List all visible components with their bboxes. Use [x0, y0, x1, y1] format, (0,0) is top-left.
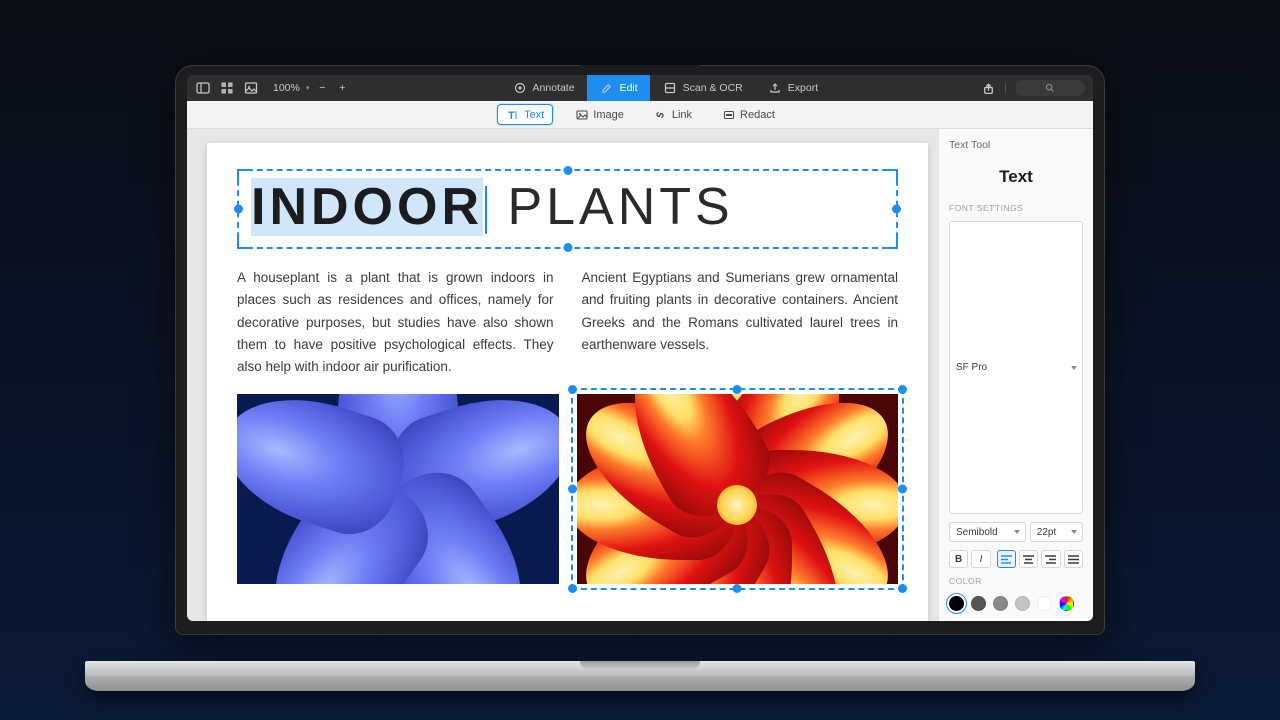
align-left-button[interactable] [997, 550, 1016, 568]
laptop-frame: 100% ▾ − + Annotate Edit [175, 65, 1105, 685]
search-field[interactable] [1015, 80, 1085, 96]
color-swatch-lightgray[interactable] [1015, 596, 1030, 611]
tab-annotate[interactable]: Annotate [500, 75, 587, 101]
color-swatch-gray[interactable] [993, 596, 1008, 611]
align-center-button[interactable] [1019, 550, 1038, 568]
tab-edit[interactable]: Edit [587, 75, 650, 101]
zoom-out-button[interactable]: − [315, 82, 329, 94]
tab-scan-ocr[interactable]: Scan & OCR [650, 75, 755, 101]
image-blue-flower[interactable] [237, 394, 559, 584]
color-swatch-darkgray[interactable] [971, 596, 986, 611]
text-tool-icon: T [506, 108, 519, 121]
align-justify-button[interactable] [1064, 550, 1083, 568]
body-columns: A houseplant is a plant that is grown in… [237, 267, 898, 378]
annotate-icon [512, 80, 528, 96]
tool-link[interactable]: Link [646, 105, 700, 124]
tool-text-label: Text [524, 109, 544, 121]
body-column-2[interactable]: Ancient Egyptians and Sumerians grew orn… [582, 267, 899, 378]
document-heading[interactable]: INDOOR PLANTS [251, 177, 884, 237]
share-icon[interactable] [980, 80, 996, 96]
font-family-select[interactable]: SF Pro [949, 221, 1083, 514]
color-picker-button[interactable] [1059, 596, 1074, 611]
align-right-button[interactable] [1041, 550, 1060, 568]
image-selection-box[interactable] [571, 388, 905, 590]
laptop-base [85, 661, 1195, 691]
font-settings-label: FONT SETTINGS [949, 203, 1083, 213]
redact-tool-icon [722, 108, 735, 121]
scan-icon [662, 80, 678, 96]
image-row [237, 394, 898, 584]
edit-icon [599, 80, 615, 96]
tool-redact[interactable]: Redact [714, 105, 783, 124]
tab-export[interactable]: Export [755, 75, 830, 101]
color-swatches [949, 594, 1083, 611]
app-window: 100% ▾ − + Annotate Edit [187, 75, 1093, 621]
italic-button[interactable]: I [971, 550, 990, 568]
screen-bezel: 100% ▾ − + Annotate Edit [175, 65, 1105, 635]
image-tool-icon [575, 108, 588, 121]
tool-link-label: Link [672, 109, 692, 121]
notch [580, 65, 700, 75]
svg-text:T: T [508, 110, 515, 121]
workspace: INDOOR PLANTS A houseplant is a plant th… [187, 129, 1093, 621]
font-weight-select[interactable]: Semibold [949, 522, 1026, 542]
text-selection-box[interactable]: INDOOR PLANTS [237, 169, 898, 249]
thumbnail-view-icon[interactable] [243, 80, 259, 96]
heading-selected-text: INDOOR [251, 178, 483, 236]
font-size-select[interactable]: 22pt [1030, 522, 1083, 542]
text-sample: Text [949, 159, 1083, 195]
tab-scan-label: Scan & OCR [683, 82, 743, 94]
text-caret [485, 186, 487, 234]
tab-edit-label: Edit [620, 82, 638, 94]
tab-annotate-label: Annotate [533, 82, 575, 94]
zoom-level[interactable]: 100% [273, 82, 300, 94]
heading-rest-text: PLANTS [489, 178, 734, 236]
canvas[interactable]: INDOOR PLANTS A houseplant is a plant th… [187, 129, 938, 621]
sidebar-toggle-icon[interactable] [195, 80, 211, 96]
tab-export-label: Export [788, 82, 818, 94]
zoom-in-button[interactable]: + [335, 82, 349, 94]
tool-image[interactable]: Image [567, 105, 632, 124]
bold-button[interactable]: B [949, 550, 968, 568]
body-column-1[interactable]: A houseplant is a plant that is grown in… [237, 267, 554, 378]
color-swatch-white[interactable] [1037, 596, 1052, 611]
panel-title: Text Tool [949, 139, 1083, 151]
edit-toolbar: T Text Image Link Redact [187, 101, 1093, 129]
color-label: COLOR [949, 576, 1083, 586]
tool-text[interactable]: T Text [497, 104, 553, 125]
export-icon [767, 80, 783, 96]
color-swatch-black[interactable] [949, 596, 964, 611]
image-red-flower[interactable] [577, 394, 899, 584]
style-buttons: B I [949, 550, 1083, 568]
tool-redact-label: Redact [740, 109, 775, 121]
tool-image-label: Image [593, 109, 624, 121]
document-page[interactable]: INDOOR PLANTS A houseplant is a plant th… [207, 143, 928, 621]
grid-view-icon[interactable] [219, 80, 235, 96]
link-tool-icon [654, 108, 667, 121]
app-topbar: 100% ▾ − + Annotate Edit [187, 75, 1093, 101]
inspector-panel: Text Tool Text FONT SETTINGS SF Pro Semi… [938, 129, 1093, 621]
